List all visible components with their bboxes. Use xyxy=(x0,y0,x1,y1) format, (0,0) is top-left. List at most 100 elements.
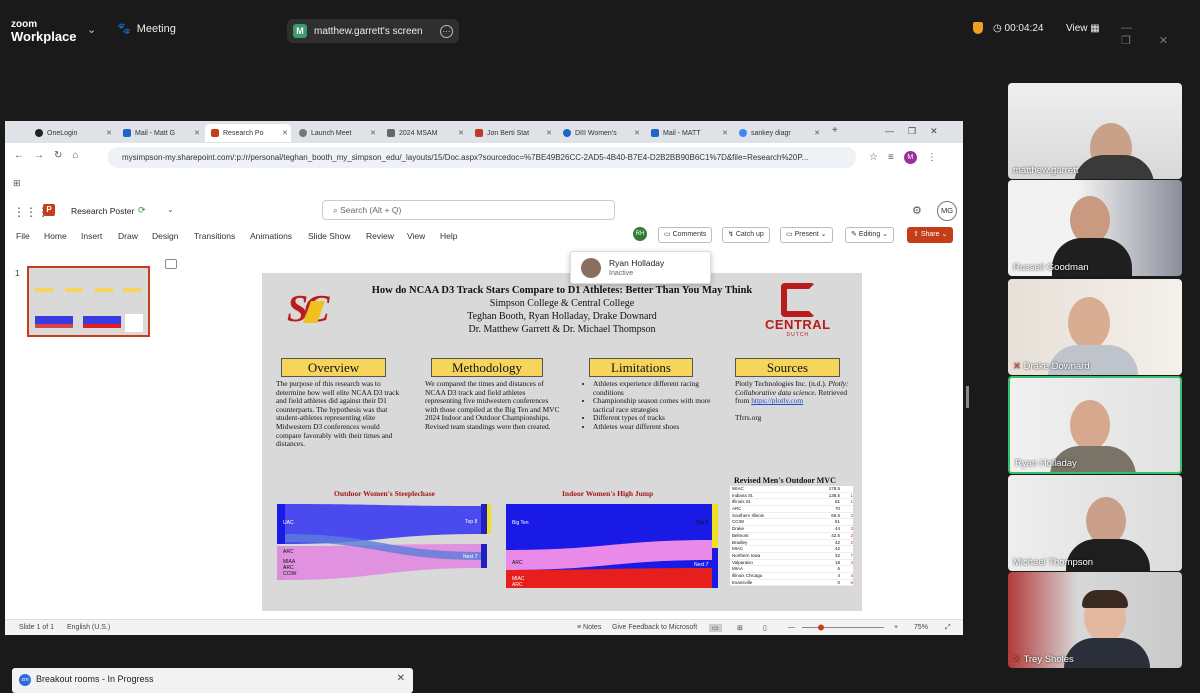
feedback-link[interactable]: Give Feedback to Microsoft xyxy=(612,624,697,631)
menu-home[interactable]: Home xyxy=(44,231,67,241)
document-title[interactable]: Research Poster xyxy=(71,206,134,216)
source-link[interactable]: https://plotly.com xyxy=(751,396,803,405)
browser-tab[interactable]: Jon Berti Stat ✕ xyxy=(469,124,555,142)
zoom-slider[interactable] xyxy=(802,623,884,632)
browser-tab[interactable]: 2024 MSAM ✕ xyxy=(381,124,467,142)
editing-mode-button[interactable]: ✎ Editing ⌄ xyxy=(845,227,895,243)
url-field[interactable]: mysimpson-my.sharepoint.com/:p:/r/person… xyxy=(108,147,856,168)
participant-tile[interactable]: Russell Goodman xyxy=(1008,180,1182,276)
gear-icon[interactable]: ⚙ xyxy=(912,204,922,217)
browser-window-controls[interactable]: —❐✕ xyxy=(885,126,952,137)
presence-card[interactable]: Ryan Holladay Inactive xyxy=(570,251,711,284)
menu-insert[interactable]: Insert xyxy=(81,231,102,241)
view-button[interactable]: View ▦ xyxy=(1066,23,1100,34)
close-icon[interactable]: ✕ xyxy=(397,673,405,684)
menu-dots-icon[interactable]: ⋮ xyxy=(927,152,937,163)
more-options-icon[interactable]: ··· xyxy=(440,24,453,38)
slide-number: 1 xyxy=(15,269,20,278)
participant-tile[interactable]: ✕ Drake Downard xyxy=(1008,279,1182,375)
new-tab-button[interactable]: + xyxy=(832,125,838,136)
menu-design[interactable]: Design xyxy=(152,231,178,241)
close-icon[interactable]: ✕ xyxy=(458,129,464,137)
rank-cell: 2 xyxy=(850,526,853,532)
zoom-slider-knob[interactable] xyxy=(818,624,824,631)
participant-name: ✕ Drake Downard xyxy=(1013,361,1090,372)
team-cell: MIAA xyxy=(732,566,744,572)
language-status[interactable]: English (U.S.) xyxy=(67,624,110,631)
browser-tab[interactable]: Mail - Matt G ✕ xyxy=(117,124,203,142)
catch-up-button[interactable]: ↯ Catch up xyxy=(722,227,770,243)
chevron-down-icon[interactable]: ⌄ xyxy=(87,23,96,36)
shield-icon[interactable] xyxy=(973,22,983,34)
close-icon[interactable]: ✕ xyxy=(814,129,820,137)
profile-avatar[interactable]: M xyxy=(903,151,917,164)
menu-help[interactable]: Help xyxy=(440,231,457,241)
browser-tab[interactable]: sankey diagr ✕ xyxy=(733,124,823,142)
panel-resize-handle[interactable] xyxy=(966,386,969,408)
table-row: Belmont 42.5 2 xyxy=(730,533,853,540)
browser-tab-active[interactable]: Research Po ✕ xyxy=(205,124,291,142)
poster-authors: Teghan Booth, Ryan Holladay, Drake Downa… xyxy=(467,311,657,322)
star-icon[interactable]: ☆ xyxy=(869,152,878,163)
menu-review[interactable]: Review xyxy=(366,231,394,241)
poster-slide[interactable]: SC CENTRAL DUTCH How do NCAA D3 Track St… xyxy=(262,273,862,611)
participant-video xyxy=(1086,497,1126,545)
browser-tab[interactable]: Mail - MATT ✕ xyxy=(645,124,731,142)
navigation-icons[interactable]: ←→↻⌂ xyxy=(14,150,88,161)
breakout-rooms-bar[interactable]: zm Breakout rooms - In Progress ✕ xyxy=(12,668,413,693)
apps-grid-icon[interactable]: ⊞ xyxy=(13,178,21,189)
fit-slide-icon[interactable]: ⤢ xyxy=(945,624,951,632)
present-button[interactable]: ▭ Present ⌄ xyxy=(780,227,833,243)
zoom-in-icon[interactable]: + xyxy=(894,624,898,631)
points-cell: 42 xyxy=(834,539,840,545)
search-input[interactable]: ⌕ Search (Alt + Q) xyxy=(322,200,615,220)
close-icon[interactable]: ✕ xyxy=(282,129,288,137)
share-button[interactable]: ⇪ Share ⌄ xyxy=(907,227,954,243)
menu-animations[interactable]: Animations xyxy=(250,231,292,241)
powerpoint-logo-icon[interactable]: P xyxy=(43,204,55,216)
menu-draw[interactable]: Draw xyxy=(118,231,138,241)
menu-transitions[interactable]: Transitions xyxy=(194,231,235,241)
menu-view[interactable]: View xyxy=(407,231,425,241)
collaborator-badge[interactable]: RH xyxy=(633,227,647,241)
window-controls[interactable]: —❐✕ xyxy=(1121,22,1200,47)
comments-button[interactable]: ▭ Comments xyxy=(658,227,713,243)
browser-tab[interactable]: DIII Women's ✕ xyxy=(557,124,643,142)
participant-tile[interactable]: ✕ Trey Sholes xyxy=(1008,572,1182,668)
user-avatar[interactable]: MG xyxy=(937,201,957,221)
share-chip-label: matthew.garrett's screen xyxy=(314,25,423,37)
tab-label: Jon Berti Stat xyxy=(487,129,530,137)
participant-tile[interactable]: matthew.garrett xyxy=(1008,83,1182,179)
browser-tab[interactable]: Launch Meet ✕ xyxy=(293,124,379,142)
slide-sorter-icon[interactable]: ⊞ xyxy=(737,624,743,632)
slide-thumbnail[interactable] xyxy=(27,266,150,337)
menu-slide-show[interactable]: Slide Show xyxy=(308,231,351,241)
close-icon[interactable]: ✕ xyxy=(634,129,640,137)
steeplechase-chart-title: Outdoor Women's Steeplechase xyxy=(334,489,435,498)
reading-view-icon[interactable]: ▯ xyxy=(763,624,767,632)
meeting-button[interactable]: 🐾 Meeting xyxy=(117,22,176,36)
notes-button[interactable]: ≡ Notes xyxy=(577,624,601,631)
team-cell: Indiana St. xyxy=(732,492,754,498)
panel-toggle-icon[interactable] xyxy=(165,259,177,269)
browser-tab[interactable]: OneLogin ✕ xyxy=(29,124,115,142)
points-cell: 42.5 xyxy=(831,532,840,538)
team-cell: Illinois Chicago xyxy=(732,572,763,578)
screen-share-chip[interactable]: M matthew.garrett's screen ··· xyxy=(287,19,459,43)
view-label: View xyxy=(1066,23,1088,34)
rank-cell xyxy=(840,506,853,512)
close-icon[interactable]: ✕ xyxy=(194,129,200,137)
participant-tile[interactable]: Michael Thompson xyxy=(1008,475,1182,571)
close-icon[interactable]: ✕ xyxy=(106,129,112,137)
close-icon[interactable]: ✕ xyxy=(370,129,376,137)
participant-tile-active-speaker[interactable]: Ryan Holladay xyxy=(1008,376,1182,474)
team-cell: Belmont xyxy=(732,532,749,538)
normal-view-icon[interactable]: ▭ xyxy=(709,624,722,632)
menu-file[interactable]: File xyxy=(16,231,30,241)
close-icon[interactable]: ✕ xyxy=(546,129,552,137)
zoom-level[interactable]: 75% xyxy=(914,624,928,631)
chevron-down-icon[interactable]: ⌄ xyxy=(167,205,174,214)
reading-list-icon[interactable]: ≡ xyxy=(888,152,894,163)
close-icon[interactable]: ✕ xyxy=(722,129,728,137)
zoom-out-icon[interactable]: — xyxy=(788,624,795,631)
